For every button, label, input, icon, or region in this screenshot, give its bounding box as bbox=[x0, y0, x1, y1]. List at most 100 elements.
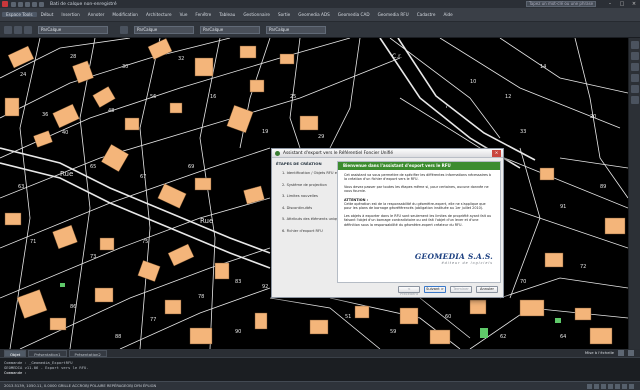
wizard-buttons: < Précédent Suivant > Terminer Annuler bbox=[398, 286, 498, 296]
parcel-label: 24 bbox=[20, 72, 26, 78]
parcel-label: 28 bbox=[70, 54, 76, 60]
osnap-icon[interactable] bbox=[615, 383, 620, 389]
zoom-icon[interactable] bbox=[631, 52, 639, 60]
tab-model[interactable]: Objet bbox=[4, 349, 27, 357]
responsibility-text: Cette opération est de la responsabilité… bbox=[344, 202, 486, 211]
fullscreen-icon[interactable] bbox=[629, 383, 634, 389]
parcel-label: 88 bbox=[115, 334, 121, 340]
new-icon[interactable] bbox=[11, 1, 16, 7]
open-icon[interactable] bbox=[18, 1, 23, 7]
menu-item-tableau[interactable]: Tableau bbox=[215, 12, 239, 17]
app-logo-icon[interactable] bbox=[2, 1, 8, 7]
minimize-icon[interactable]: – bbox=[604, 0, 616, 8]
step-item: 1. Identification / Objets RFU existants bbox=[282, 171, 352, 175]
layer-combo[interactable]: ParCalque bbox=[38, 25, 108, 34]
step-item: 5. Attributs des éléments uniques bbox=[282, 217, 343, 221]
parcel-label: 65 bbox=[90, 164, 96, 170]
finish-button[interactable]: Terminer bbox=[450, 286, 472, 293]
maximize-icon[interactable]: □ bbox=[616, 0, 628, 8]
snap-icon[interactable] bbox=[587, 383, 592, 389]
window-controls: – □ × bbox=[604, 0, 640, 8]
parcel-label: 78 bbox=[198, 294, 204, 300]
steering-wheel-icon[interactable] bbox=[631, 85, 639, 93]
parcel-label: 29 bbox=[318, 134, 324, 140]
dialog-close-icon[interactable]: × bbox=[492, 149, 501, 157]
layer-manager-icon[interactable] bbox=[4, 25, 12, 34]
help-search-input[interactable]: Tapez un mot-clé ou une phrase bbox=[526, 1, 596, 7]
properties-toolbar: ParCalque ParCalque ParCalque ParCalque bbox=[0, 22, 640, 38]
parcel-label: 69 bbox=[188, 164, 194, 170]
next-button[interactable]: Suivant > bbox=[424, 286, 446, 293]
color-combo[interactable]: ParCalque bbox=[134, 25, 194, 34]
parcel-label: 77 bbox=[150, 317, 156, 323]
cancel-button[interactable]: Annuler bbox=[476, 286, 498, 293]
pan-icon[interactable] bbox=[631, 41, 639, 49]
undo-icon[interactable] bbox=[32, 1, 37, 7]
ribbon-tabs: Espace Tools Début Insertion Annoter Mod… bbox=[0, 8, 640, 22]
ortho-icon[interactable] bbox=[601, 383, 606, 389]
settings-icon[interactable] bbox=[628, 350, 634, 356]
polar-icon[interactable] bbox=[608, 383, 613, 389]
parcel-label: 83 bbox=[235, 279, 241, 285]
orbit-icon[interactable] bbox=[631, 63, 639, 71]
menu-item-fenetre[interactable]: Fenêtre bbox=[191, 12, 215, 17]
save-icon[interactable] bbox=[25, 1, 30, 7]
color-icon[interactable] bbox=[120, 25, 128, 34]
redo-icon[interactable] bbox=[39, 1, 44, 7]
lineweight-combo[interactable]: ParCalque bbox=[266, 25, 326, 34]
previous-button[interactable]: < Précédent bbox=[398, 286, 420, 296]
parcel-label: 89 bbox=[600, 184, 606, 190]
showmotion-icon[interactable] bbox=[631, 74, 639, 82]
menu-item-annoter[interactable]: Annoter bbox=[84, 12, 109, 17]
dialog-title-bar[interactable]: Assistant d'export vers le Référentiel F… bbox=[272, 149, 503, 158]
parcel-label: 71 bbox=[30, 239, 36, 245]
menu-item-geomedia-rfu[interactable]: Geomedia RFU bbox=[374, 12, 413, 17]
workspace-icon[interactable] bbox=[618, 350, 624, 356]
parcel-label: 25 bbox=[290, 94, 296, 100]
close-icon[interactable]: × bbox=[628, 0, 640, 8]
command-line[interactable]: Commande : _Geomedia_ExportRFU GEOMEDIA … bbox=[0, 357, 640, 381]
welcome-banner: Bienvenue dans l'assistant d'export vers… bbox=[338, 162, 500, 170]
street-label: C.r. bbox=[392, 53, 402, 60]
parcel-label: 19 bbox=[262, 129, 268, 135]
parcel-label: 20 bbox=[590, 114, 596, 120]
parcel-label: 48 bbox=[108, 108, 114, 114]
parcel-label: 16 bbox=[210, 94, 216, 100]
tab-layout2[interactable]: Présentation2 bbox=[68, 349, 107, 357]
menu-item-geomedia-cad[interactable]: Geomedia CAD bbox=[334, 12, 374, 17]
menu-item-aide[interactable]: Aide bbox=[439, 12, 456, 17]
linetype-combo[interactable]: ParCalque bbox=[200, 25, 260, 34]
step-item: 6. Fichier d'export RFU bbox=[282, 228, 323, 233]
menu-item-insertion[interactable]: Insertion bbox=[57, 12, 83, 17]
layer-state-icon[interactable] bbox=[14, 25, 22, 34]
intro-text: Cet assistant va vous permettre de spéci… bbox=[344, 173, 491, 182]
lock-icon[interactable] bbox=[622, 383, 627, 389]
menu-item-cadastre[interactable]: Cadastre bbox=[413, 12, 440, 17]
dialog-title: Assistant d'export vers le Référentiel F… bbox=[283, 150, 394, 156]
command-prompt[interactable]: Commande : bbox=[4, 370, 636, 375]
parcel-label: 64 bbox=[560, 334, 566, 340]
annotation-scale-label[interactable]: Mise à l'échelle bbox=[585, 350, 614, 356]
tab-layout1[interactable]: Présentation1 bbox=[28, 349, 67, 357]
menu-item-architecture[interactable]: Architecture bbox=[142, 12, 176, 17]
parcel-label: 91 bbox=[560, 204, 566, 210]
parcel-label: 59 bbox=[390, 329, 396, 335]
parcel-label: 90 bbox=[235, 329, 241, 335]
menu-item-vue[interactable]: Vue bbox=[176, 12, 192, 17]
parcel-label: 72 bbox=[580, 264, 586, 270]
menu-item-debut[interactable]: Début bbox=[37, 12, 58, 17]
export-objects-text: Les objets à exporter dans le RFU sont s… bbox=[344, 213, 492, 227]
grid-icon[interactable] bbox=[594, 383, 599, 389]
menu-item-geomedia-ads[interactable]: Geomedia ADS bbox=[294, 12, 334, 17]
menu-item-modification[interactable]: Modification bbox=[108, 12, 142, 17]
menu-item-sortie[interactable]: Sortie bbox=[274, 12, 294, 17]
parcel-label: 86 bbox=[70, 304, 76, 310]
layer-freeze-icon[interactable] bbox=[24, 25, 32, 34]
menu-item-espace-tools[interactable]: Espace Tools bbox=[2, 12, 37, 17]
logo-main-text: GEOMEDIA S.A.S. bbox=[414, 252, 493, 261]
menu-item-gestionnaire[interactable]: Gestionnaire bbox=[239, 12, 274, 17]
street-label: Rue bbox=[200, 217, 213, 225]
parcel-label: 36 bbox=[42, 112, 48, 118]
view-cube-icon[interactable] bbox=[631, 96, 639, 104]
parcel-label: 40 bbox=[62, 130, 68, 136]
